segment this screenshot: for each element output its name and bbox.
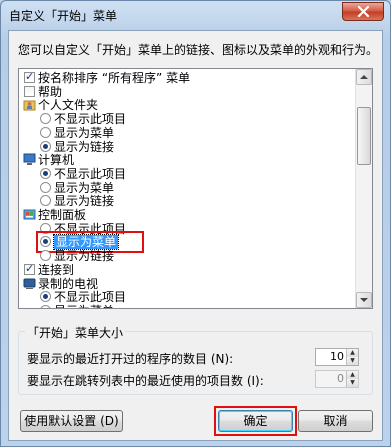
checkbox[interactable] — [24, 262, 35, 276]
option-label: 不显示此项目 — [54, 166, 127, 181]
customize-start-menu-dialog: 自定义「开始」菜单 您可以自定义「开始」菜单上的链接、图标以及菜单的外观和行为。… — [0, 0, 391, 447]
option-label: 计算机 — [38, 153, 75, 168]
jumplist-items-value: 0 — [337, 372, 344, 385]
decrement-button[interactable]: ▼ — [346, 379, 358, 387]
radio-button[interactable] — [40, 181, 51, 193]
start-menu-size-group: 「开始」菜单大小 要显示的最近打开过的程序的数目 (N): 10 ▲ ▼ 要显示… — [18, 324, 373, 395]
arrow-down-icon — [360, 298, 368, 302]
ok-highlight-box — [214, 406, 297, 436]
option-radio-row[interactable]: 显示为链接 — [19, 140, 354, 154]
option-radio-row[interactable]: 显示为链接 — [19, 194, 354, 208]
option-checkbox-row[interactable]: 帮助 — [19, 85, 354, 99]
option-label: 显示为菜单 — [54, 125, 115, 140]
option-label: 显示为菜单 — [54, 180, 115, 195]
option-group-header: 计算机 — [19, 153, 354, 167]
option-label: 录制的电视 — [38, 276, 99, 291]
window-title: 自定义「开始」菜单 — [9, 9, 118, 23]
radio-button[interactable] — [40, 140, 51, 152]
option-radio-row[interactable]: 显示为菜单 — [19, 304, 354, 308]
option-label: 显示为菜单 — [54, 304, 114, 308]
option-group-header: 个人文件夹 — [19, 98, 354, 112]
vertical-scrollbar[interactable] — [355, 69, 372, 308]
increment-button[interactable]: ▲ — [346, 371, 358, 379]
option-radio-row[interactable]: 显示为链接 — [19, 249, 354, 263]
user-folder-icon — [23, 98, 36, 111]
radio-button[interactable] — [40, 304, 51, 308]
option-label: 帮助 — [38, 84, 63, 99]
increment-button[interactable]: ▲ — [346, 349, 358, 357]
dialog-client-area: 您可以自定义「开始」菜单上的链接、图标以及菜单的外观和行为。 按名称排序 “所有… — [8, 30, 383, 441]
option-label: 显示为链接 — [54, 139, 115, 154]
radio-button[interactable] — [40, 195, 51, 207]
option-label: 连接到 — [38, 262, 75, 277]
radio-button[interactable] — [40, 113, 51, 125]
radio-button[interactable] — [40, 250, 51, 262]
option-label: 控制面板 — [38, 208, 87, 222]
recent-programs-stepper[interactable]: 10 ▲ ▼ — [315, 348, 359, 366]
option-label: 按名称排序 “所有程序” 菜单 — [38, 71, 191, 85]
option-label: 不显示此项目 — [54, 290, 127, 305]
option-radio-row[interactable]: 不显示此项目 — [19, 290, 354, 304]
option-label: 显示为链接 — [54, 249, 115, 264]
close-icon — [357, 6, 370, 17]
control-panel-icon — [23, 208, 36, 221]
option-label: 显示为链接 — [54, 194, 115, 209]
title-bar[interactable]: 自定义「开始」菜单 — [1, 1, 390, 29]
arrow-up-icon — [360, 75, 368, 79]
dialog-description: 您可以自定义「开始」菜单上的链接、图标以及菜单的外观和行为。 — [18, 43, 379, 57]
checkbox[interactable] — [24, 85, 35, 97]
jumplist-items-stepper[interactable]: 0 ▲ ▼ — [315, 370, 359, 388]
option-group-header: 控制面板 — [19, 208, 354, 222]
option-label: 个人文件夹 — [38, 98, 99, 113]
option-checkbox-row[interactable]: 按名称排序 “所有程序” 菜单 — [19, 70, 354, 85]
option-radio-row[interactable]: 显示为菜单 — [19, 181, 354, 195]
option-radio-row[interactable]: 不显示此项目 — [19, 167, 354, 181]
radio-button[interactable] — [40, 291, 51, 303]
jumplist-items-label: 要显示在跳转列表中的最近使用的项目数 (I): — [27, 374, 264, 388]
tv-icon — [23, 277, 36, 290]
computer-icon — [23, 153, 36, 166]
decrement-button[interactable]: ▼ — [346, 357, 358, 365]
close-button[interactable] — [342, 2, 384, 21]
option-checkbox-row[interactable]: 连接到 — [19, 262, 354, 277]
group-title: 「开始」菜单大小 — [25, 324, 126, 341]
option-radio-row[interactable]: 显示为菜单 — [19, 126, 354, 140]
recent-programs-value: 10 — [330, 350, 344, 363]
cancel-button[interactable]: 取消 — [298, 410, 373, 432]
option-radio-row[interactable]: 不显示此项目 — [19, 112, 354, 126]
use-default-settings-button[interactable]: 使用默认设置 (D) — [20, 410, 123, 432]
checkbox[interactable] — [24, 70, 35, 84]
radio-button[interactable] — [40, 126, 51, 138]
scroll-thumb[interactable] — [357, 107, 371, 165]
start-menu-options-list[interactable]: 按名称排序 “所有程序” 菜单帮助个人文件夹不显示此项目显示为菜单显示为链接计算… — [18, 68, 373, 309]
scroll-up-button[interactable] — [356, 69, 372, 85]
recent-programs-label: 要显示的最近打开过的程序的数目 (N): — [27, 352, 234, 366]
option-group-header: 录制的电视 — [19, 277, 354, 291]
radio-button[interactable] — [40, 167, 51, 179]
scroll-down-button[interactable] — [356, 292, 372, 308]
option-label: 不显示此项目 — [54, 112, 127, 127]
